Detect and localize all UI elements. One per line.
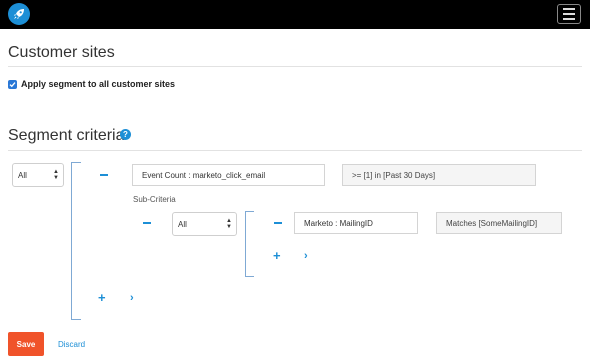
criteria-group-bracket bbox=[71, 162, 81, 320]
select-arrows-icon: ▲ ▼ bbox=[226, 218, 232, 230]
criterion-condition-button[interactable]: >= [1] in [Past 30 Days] bbox=[342, 164, 536, 186]
sub-criteria-label: Sub-Criteria bbox=[133, 195, 176, 204]
apply-segment-row: Apply segment to all customer sites bbox=[8, 79, 175, 89]
divider bbox=[8, 150, 582, 151]
rocket-icon[interactable] bbox=[8, 3, 30, 25]
sub-operator-select[interactable]: All ▲ ▼ bbox=[172, 212, 237, 236]
hamburger-icon[interactable] bbox=[557, 4, 581, 24]
remove-criterion-icon[interactable] bbox=[100, 174, 108, 176]
sub-criteria-bracket bbox=[245, 211, 254, 277]
help-icon[interactable]: ? bbox=[120, 129, 131, 140]
remove-sub-criterion-icon[interactable] bbox=[274, 222, 282, 224]
save-button[interactable]: Save bbox=[8, 332, 44, 356]
add-sub-group-icon[interactable]: › bbox=[304, 251, 308, 262]
add-criterion-icon[interactable]: + bbox=[98, 291, 106, 304]
sub-criterion-condition-button[interactable]: Matches [SomeMailingID] bbox=[436, 212, 562, 234]
divider bbox=[8, 66, 582, 67]
sub-operator-value: All bbox=[178, 219, 187, 229]
customer-sites-title: Customer sites bbox=[8, 44, 115, 61]
segment-criteria-title: Segment criteria bbox=[8, 127, 125, 144]
discard-link[interactable]: Discard bbox=[58, 340, 85, 349]
apply-segment-label[interactable]: Apply segment to all customer sites bbox=[21, 79, 175, 89]
top-operator-select[interactable]: All ▲ ▼ bbox=[12, 163, 64, 187]
add-sub-criterion-icon[interactable]: + bbox=[273, 249, 281, 262]
add-group-icon[interactable]: › bbox=[130, 293, 134, 304]
top-navbar bbox=[0, 0, 590, 29]
top-operator-value: All bbox=[18, 170, 27, 180]
remove-sub-group-icon[interactable] bbox=[143, 222, 151, 224]
apply-segment-checkbox[interactable] bbox=[8, 79, 17, 89]
select-arrows-icon: ▲ ▼ bbox=[53, 169, 59, 181]
sub-criterion-field-input[interactable]: Marketo : MailingID bbox=[294, 212, 418, 234]
criterion-field-input[interactable]: Event Count : marketo_click_email bbox=[132, 164, 325, 186]
